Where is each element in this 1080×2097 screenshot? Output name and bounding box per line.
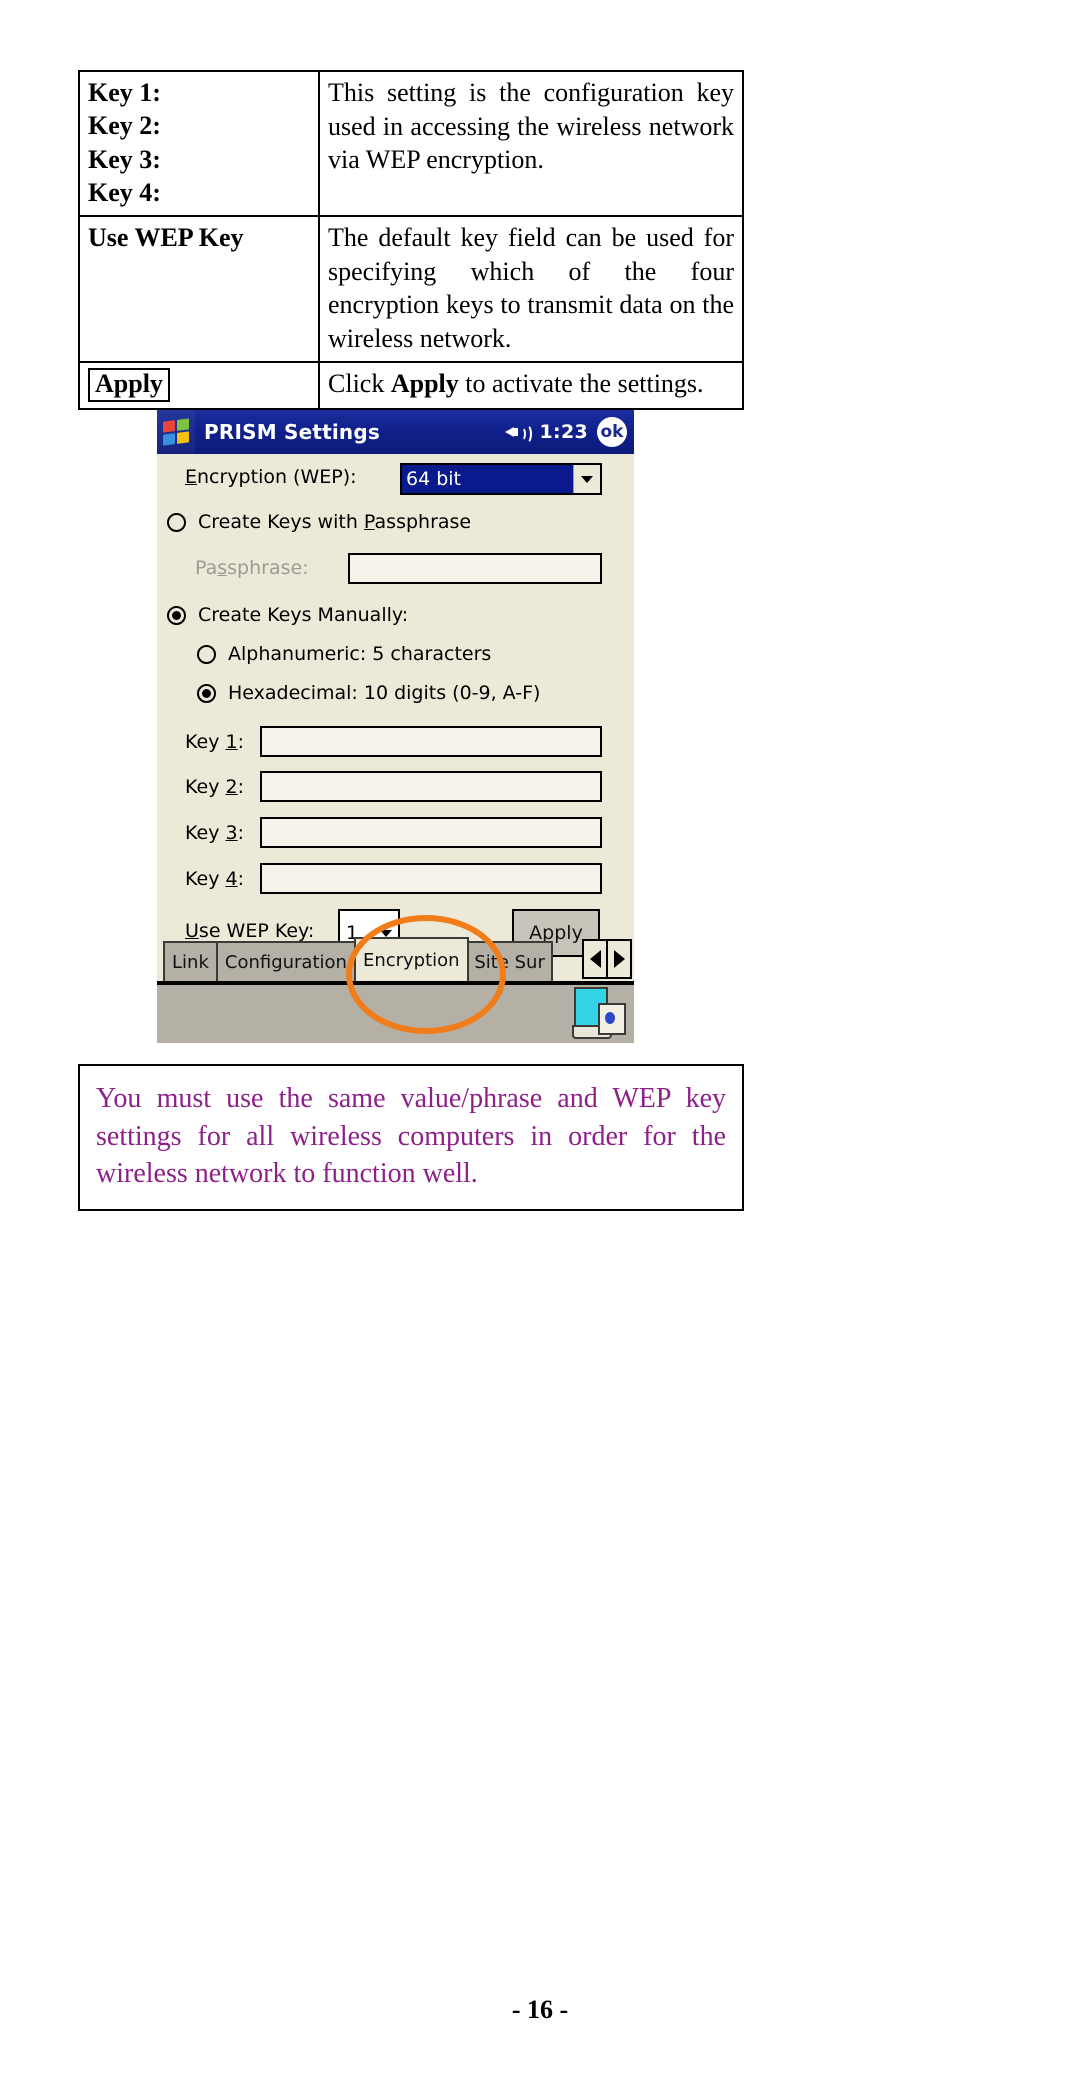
apply-term-box: Apply bbox=[88, 368, 170, 402]
clock-time[interactable]: 1:23 bbox=[540, 421, 588, 443]
tab-configuration[interactable]: Configuration bbox=[215, 941, 356, 981]
radio-create-keys-passphrase[interactable] bbox=[167, 512, 186, 532]
encryption-selected-value: 64 bit bbox=[402, 465, 573, 493]
term-key-3: Key 3: bbox=[88, 144, 161, 174]
input-panel-icon[interactable] bbox=[570, 985, 626, 1039]
titlebar-status-area: 1:23 ok bbox=[504, 410, 627, 454]
windows-flag-icon[interactable] bbox=[157, 410, 195, 454]
tab-bar: Link Configuration Encryption Site Sur bbox=[157, 937, 634, 983]
tab-scroll-controls bbox=[582, 939, 632, 979]
passphrase-row: Passphrase: bbox=[195, 557, 309, 579]
table-cell-term: Use WEP Key bbox=[78, 215, 320, 364]
alphanumeric-option[interactable]: Alphanumeric: 5 characters bbox=[197, 643, 491, 665]
key-2-label: Key 2: bbox=[185, 776, 244, 798]
table-row: Apply Click Apply to activate the settin… bbox=[78, 361, 744, 410]
term-key-4: Key 4: bbox=[88, 177, 161, 207]
table-cell-description: The default key field can be used for sp… bbox=[318, 215, 744, 364]
tab-site-survey[interactable]: Site Sur bbox=[466, 941, 553, 981]
table-cell-description: Click Apply to activate the settings. bbox=[318, 361, 744, 410]
window-title: PRISM Settings bbox=[204, 420, 380, 444]
key-3-input[interactable] bbox=[260, 817, 602, 848]
description-bold: Apply bbox=[390, 369, 459, 399]
radio-hexadecimal[interactable] bbox=[197, 683, 216, 703]
taskbar bbox=[157, 983, 634, 1043]
create-keys-passphrase-option[interactable]: Create Keys with Passphrase bbox=[167, 511, 471, 533]
table-row: Use WEP Key The default key field can be… bbox=[78, 215, 744, 364]
tab-link[interactable]: Link bbox=[163, 941, 218, 981]
table-cell-description: This setting is the configuration key us… bbox=[318, 69, 744, 218]
chevron-down-icon[interactable] bbox=[573, 465, 600, 493]
description-pre: Click bbox=[328, 369, 391, 399]
key-1-label: Key 1: bbox=[185, 731, 244, 753]
description-post: to activate the settings. bbox=[458, 369, 704, 399]
create-keys-manually-option[interactable]: Create Keys Manually: bbox=[167, 604, 408, 626]
key-4-row: Key 4: bbox=[185, 868, 244, 890]
page-number: - 16 - bbox=[511, 1995, 569, 2024]
key-4-label: Key 4: bbox=[185, 868, 244, 890]
table-cell-term: Key 1: Key 2: Key 3: Key 4: bbox=[78, 69, 320, 218]
key-4-input[interactable] bbox=[260, 863, 602, 894]
settings-description-table: Key 1: Key 2: Key 3: Key 4: This setting… bbox=[78, 69, 744, 410]
key-1-input[interactable] bbox=[260, 726, 602, 757]
radio-alphanumeric[interactable] bbox=[197, 644, 216, 664]
term-key-2: Key 2: bbox=[88, 111, 161, 141]
encryption-select[interactable]: 64 bit bbox=[400, 463, 602, 495]
create-keys-passphrase-label: Create Keys with Passphrase bbox=[198, 511, 472, 533]
hexadecimal-label: Hexadecimal: 10 digits (0-9, A-F) bbox=[228, 682, 541, 704]
key-1-row: Key 1: bbox=[185, 731, 244, 753]
note-text: You must use the same value/phrase and W… bbox=[96, 1083, 726, 1190]
encryption-label: Encryption (WEP): bbox=[185, 466, 357, 488]
note-callout-box: You must use the same value/phrase and W… bbox=[78, 1064, 744, 1211]
tab-encryption[interactable]: Encryption bbox=[353, 937, 469, 981]
prism-settings-window: PRISM Settings 1:23 ok Encryption (WEP):… bbox=[157, 410, 634, 1043]
triangle-left-icon[interactable] bbox=[582, 939, 608, 979]
alphanumeric-label: Alphanumeric: 5 characters bbox=[228, 643, 492, 665]
passphrase-label: Passphrase: bbox=[195, 557, 309, 579]
table-cell-term: Apply bbox=[78, 361, 320, 410]
key-3-label: Key 3: bbox=[185, 822, 244, 844]
triangle-right-icon[interactable] bbox=[606, 939, 632, 979]
hexadecimal-option[interactable]: Hexadecimal: 10 digits (0-9, A-F) bbox=[197, 682, 540, 704]
radio-create-keys-manually[interactable] bbox=[167, 605, 186, 625]
speaker-icon[interactable] bbox=[504, 422, 532, 444]
window-body: Encryption (WEP): 64 bit Create Keys wit… bbox=[157, 454, 634, 959]
ok-button[interactable]: ok bbox=[597, 417, 627, 447]
passphrase-input[interactable] bbox=[348, 553, 602, 584]
table-row: Key 1: Key 2: Key 3: Key 4: This setting… bbox=[78, 69, 744, 218]
create-keys-manually-label: Create Keys Manually: bbox=[198, 604, 409, 626]
key-2-input[interactable] bbox=[260, 771, 602, 802]
key-3-row: Key 3: bbox=[185, 822, 244, 844]
encryption-row: Encryption (WEP): bbox=[185, 466, 357, 488]
term-key-1: Key 1: bbox=[88, 78, 161, 107]
key-2-row: Key 2: bbox=[185, 776, 244, 798]
window-titlebar: PRISM Settings 1:23 ok bbox=[157, 410, 634, 454]
